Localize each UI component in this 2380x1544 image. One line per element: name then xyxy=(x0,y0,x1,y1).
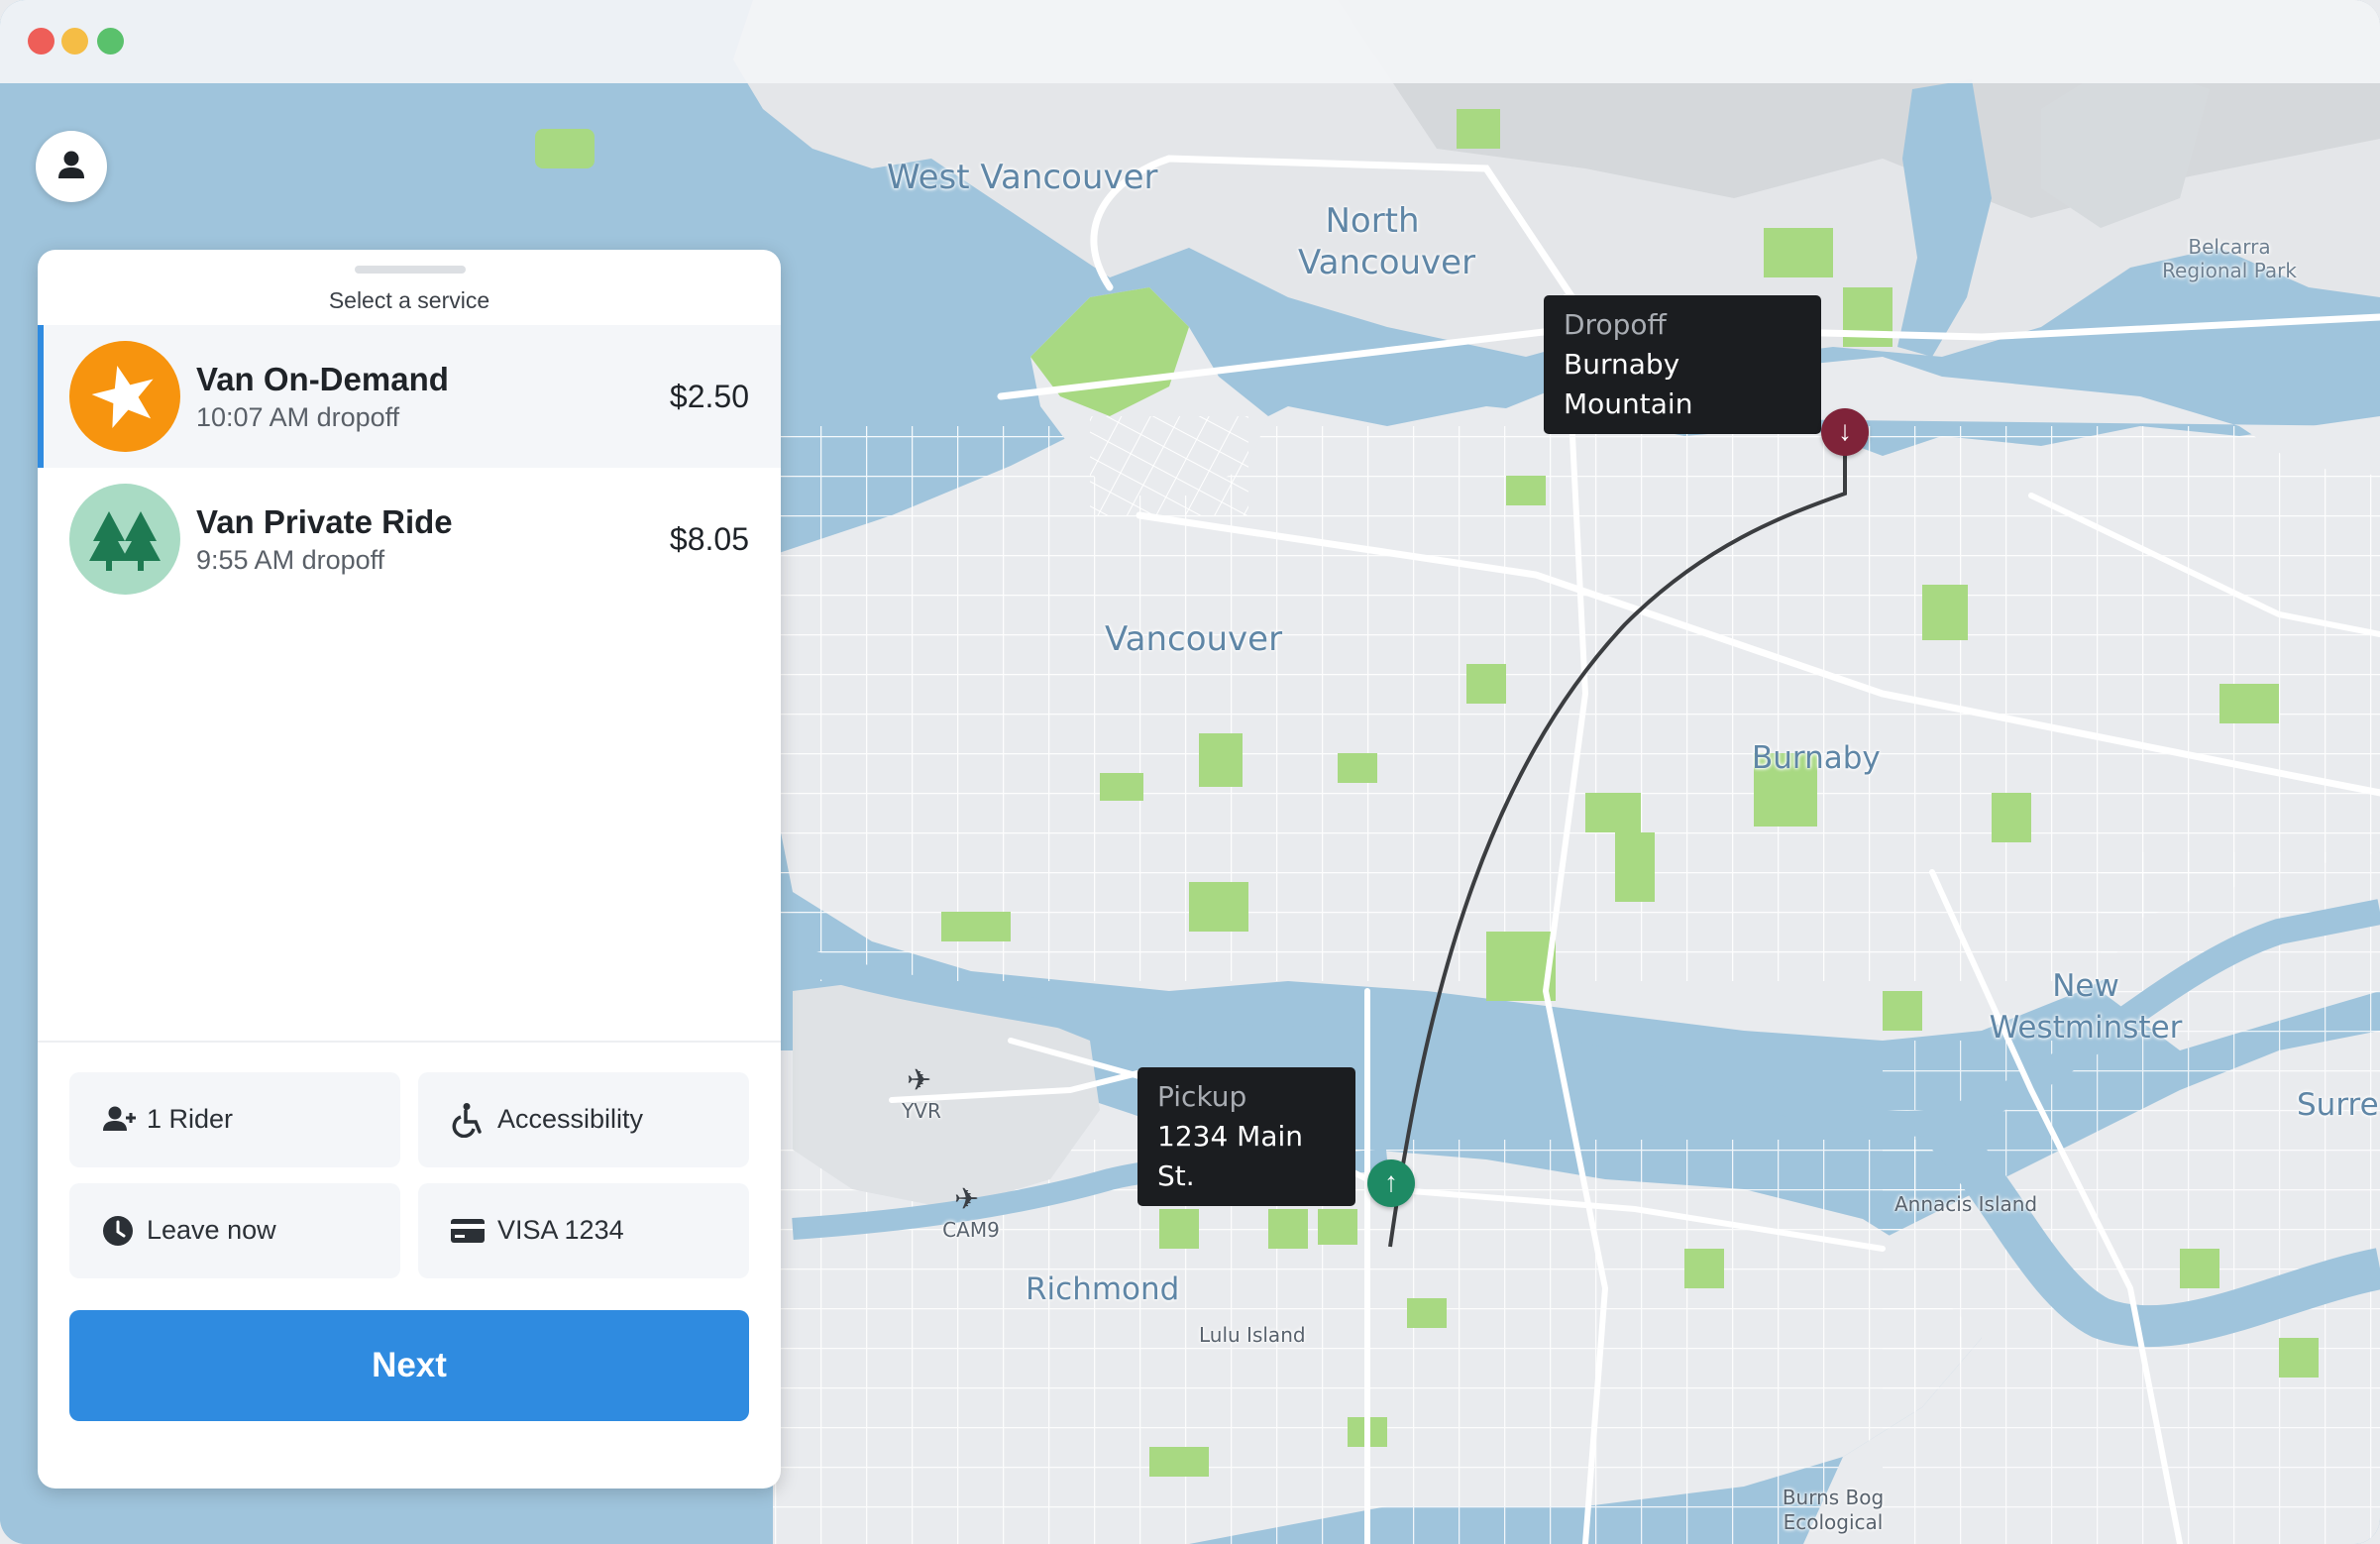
panel-title: Select a service xyxy=(328,287,490,313)
zoom-window-button[interactable] xyxy=(97,28,124,55)
label-north-vancouver-1: North xyxy=(1325,201,1420,241)
next-button[interactable]: Next xyxy=(69,1310,749,1421)
dropoff-tooltip: Dropoff Burnaby Mountain xyxy=(1544,295,1821,434)
label-yvr: YVR xyxy=(902,1099,941,1123)
panel-divider xyxy=(38,1041,781,1043)
label-new-westminster-1: New xyxy=(2052,968,2119,1004)
service-option-van-private-ride[interactable]: Van Private Ride 9:55 AM dropoff $8.05 xyxy=(38,468,781,610)
accessibility-label: Accessibility xyxy=(497,1104,644,1134)
label-belcarra-2: Regional Park xyxy=(2162,259,2297,282)
credit-card-icon xyxy=(451,1219,485,1243)
label-cam9: CAM9 xyxy=(942,1218,1000,1242)
drag-handle[interactable] xyxy=(355,266,466,274)
pickup-tooltip: Pickup 1234 Main St. xyxy=(1137,1067,1355,1206)
title-bar xyxy=(0,0,2380,83)
service-icon xyxy=(69,484,180,595)
clock-icon xyxy=(103,1216,133,1246)
arrow-down-icon: ↓ xyxy=(1838,415,1852,446)
airport-icon: ✈ xyxy=(954,1183,980,1216)
departure-time-button[interactable]: Leave now xyxy=(69,1183,400,1278)
add-rider-icon xyxy=(103,1106,136,1131)
label-burns-bog-1: Burns Bog xyxy=(1782,1486,1885,1509)
label-belcarra-1: Belcarra xyxy=(2188,235,2271,259)
label-west-vancouver: West Vancouver xyxy=(887,158,1158,197)
service-name: Van On-Demand xyxy=(196,361,449,397)
star-icon xyxy=(91,365,154,429)
person-icon xyxy=(58,151,84,178)
wheelchair-icon xyxy=(452,1103,482,1138)
payment-label: VISA 1234 xyxy=(497,1215,624,1245)
label-new-westminster-2: Westminster xyxy=(1989,1010,2183,1046)
dropoff-address: Burnaby Mountain xyxy=(1564,348,1693,420)
label-surrey: Surre xyxy=(2297,1087,2379,1123)
riders-button[interactable]: 1 Rider xyxy=(69,1072,400,1167)
trees-icon xyxy=(89,511,161,571)
pickup-label: Pickup xyxy=(1157,1080,1247,1113)
pickup-pin[interactable]: ↑ xyxy=(1367,1159,1415,1207)
label-vancouver: Vancouver xyxy=(1105,619,1283,659)
service-name: Van Private Ride xyxy=(196,503,453,540)
label-burnaby: Burnaby xyxy=(1752,740,1881,776)
service-price: $2.50 xyxy=(669,379,749,414)
service-eta: 9:55 AM dropoff xyxy=(196,545,385,575)
profile-button[interactable] xyxy=(36,131,107,202)
service-eta: 10:07 AM dropoff xyxy=(196,402,400,432)
riders-label: 1 Rider xyxy=(147,1104,234,1134)
dropoff-pin[interactable]: ↓ xyxy=(1821,408,1869,456)
service-price: $8.05 xyxy=(669,521,749,557)
label-north-vancouver-2: Vancouver xyxy=(1298,243,1476,282)
label-richmond: Richmond xyxy=(1026,1271,1180,1307)
arrow-up-icon: ↑ xyxy=(1384,1166,1398,1197)
pickup-address: 1234 Main St. xyxy=(1157,1120,1303,1192)
service-panel: Select a service Van On-Demand 10:07 AM … xyxy=(38,250,781,1489)
close-window-button[interactable] xyxy=(28,28,54,55)
dropoff-label: Dropoff xyxy=(1564,308,1667,341)
airport-icon: ✈ xyxy=(907,1064,932,1097)
label-annacis-island: Annacis Island xyxy=(1894,1192,2038,1216)
label-burns-bog-2: Ecological xyxy=(1783,1510,1884,1534)
accessibility-button[interactable]: Accessibility xyxy=(418,1072,749,1167)
service-icon xyxy=(69,341,180,452)
minimize-window-button[interactable] xyxy=(61,28,88,55)
label-lulu-island: Lulu Island xyxy=(1199,1323,1306,1347)
departure-time-label: Leave now xyxy=(147,1215,276,1245)
payment-button[interactable]: VISA 1234 xyxy=(418,1183,749,1278)
service-option-van-on-demand[interactable]: Van On-Demand 10:07 AM dropoff $2.50 xyxy=(38,325,781,468)
app-window: West Vancouver North Vancouver Belcarra … xyxy=(0,0,2380,1544)
